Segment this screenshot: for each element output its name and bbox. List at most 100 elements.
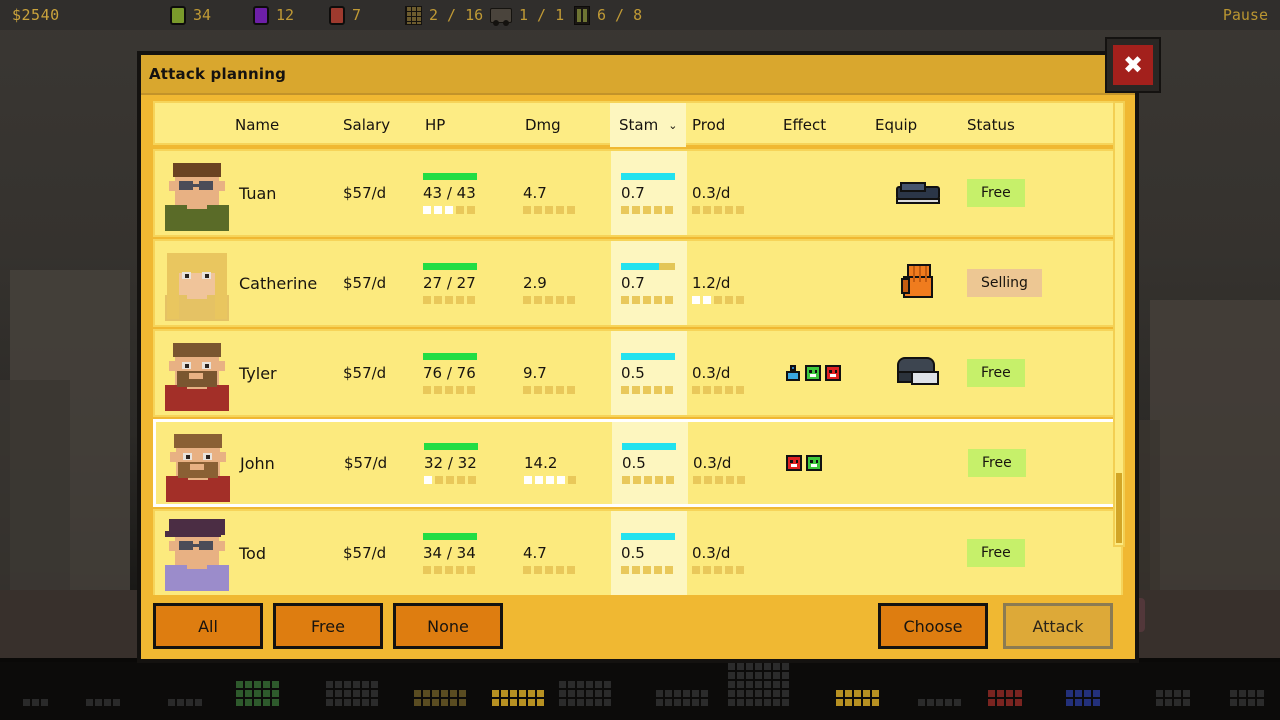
effect-icons: [785, 365, 841, 381]
resource-purple-value: 12: [276, 6, 295, 24]
attack-button[interactable]: Attack: [1003, 603, 1113, 649]
hp-bar: [423, 352, 477, 360]
buildings-value: 2 / 16: [429, 6, 484, 24]
attack-planning-dialog: ✖ Attack planning Name Salary HP Dmg Sta…: [138, 37, 1161, 662]
unit-equip-cell: [874, 422, 964, 504]
chevron-down-icon: ⌄: [668, 118, 678, 132]
column-header-status[interactable]: Status: [967, 103, 1015, 147]
green-gem-icon: [170, 5, 186, 25]
building-shape: [1150, 300, 1280, 600]
unit-hp-value: 32 / 32: [424, 453, 477, 472]
status-badge: Selling: [967, 269, 1042, 297]
choose-button[interactable]: Choose: [878, 603, 988, 649]
select-all-button[interactable]: All: [153, 603, 263, 649]
table-row[interactable]: Catherine $57/d 27 / 27 2.9 0.7 1.2/d Selling: [153, 239, 1123, 327]
unit-salary-cell: $57/d: [343, 331, 423, 415]
top-hud-bar: $2540 34 12 7 2 / 16 1 / 1 6 / 8 Pause: [0, 0, 1280, 30]
close-icon: ✖: [1113, 45, 1153, 85]
city-block: [1065, 690, 1102, 706]
unit-equip-cell: [873, 331, 963, 415]
effect-icons: [786, 455, 822, 471]
unit-dmg-value: 14.2: [524, 453, 558, 472]
stam-bar: [621, 532, 675, 540]
pause-button[interactable]: Pause: [1223, 6, 1268, 24]
stam-pips: [622, 475, 692, 484]
avatar: [161, 157, 233, 231]
unit-name: Catherine: [239, 273, 318, 293]
unit-hp-cell: 34 / 34: [423, 511, 513, 595]
dmg-pips: [523, 565, 603, 574]
stam-bar: [621, 352, 675, 360]
city-block: [1229, 690, 1266, 706]
angry-face-icon: [825, 365, 841, 381]
unit-table-body: Tuan $57/d 43 / 43 4.7 0.7 0.3/d Free Catherine…: [153, 149, 1123, 595]
unit-name: Tuan: [239, 183, 277, 203]
unit-portrait: [161, 247, 233, 321]
status-badge: Free: [967, 539, 1025, 567]
column-header-effect[interactable]: Effect: [783, 103, 826, 147]
table-row[interactable]: John $57/d 32 / 32 14.2 0.5 0.3/d Free: [153, 419, 1123, 507]
select-none-button[interactable]: None: [393, 603, 503, 649]
unit-status-cell: Free: [968, 422, 1088, 504]
unit-salary-cell: $57/d: [343, 151, 423, 235]
table-scrollbar[interactable]: [1113, 101, 1125, 547]
unit-name-cell: John: [240, 422, 340, 504]
column-header-stam[interactable]: Stam ⌄: [610, 103, 686, 147]
unit-status-cell: Free: [967, 331, 1087, 415]
unit-dmg-value: 2.9: [523, 273, 547, 292]
dmg-pips: [523, 385, 603, 394]
city-block: [326, 681, 380, 706]
unit-name: Tyler: [239, 363, 277, 383]
unit-effect-cell: [786, 422, 872, 504]
unit-effect-cell: [785, 241, 871, 325]
unit-hp-value: 27 / 27: [423, 273, 476, 292]
vehicles-counter: 1 / 1: [490, 6, 564, 26]
stam-pips: [621, 385, 691, 394]
unit-name-cell: Tyler: [239, 331, 339, 415]
unit-name-cell: Tuan: [239, 151, 339, 235]
city-block: [168, 699, 204, 706]
close-button[interactable]: ✖: [1105, 37, 1161, 93]
glove-icon: [901, 264, 935, 302]
city-block: [1155, 690, 1192, 706]
avatar: [161, 337, 233, 411]
building-shape: [0, 380, 70, 600]
table-row[interactable]: Tod $57/d 34 / 34 4.7 0.5 0.3/d Free: [153, 509, 1123, 595]
column-header-equip[interactable]: Equip: [875, 103, 917, 147]
game-screen: $2540 34 12 7 2 / 16 1 / 1 6 / 8 Pause ✖…: [0, 0, 1280, 720]
unit-stam-value: 0.5: [621, 363, 645, 382]
column-header-salary[interactable]: Salary: [343, 103, 390, 147]
unit-hp-cell: 27 / 27: [423, 241, 513, 325]
unit-name: Tod: [239, 543, 266, 563]
unit-status-cell: Free: [967, 511, 1087, 595]
unit-portrait: [162, 428, 234, 502]
dmg-pips: [523, 205, 603, 214]
table-row[interactable]: Tuan $57/d 43 / 43 4.7 0.7 0.3/d Free: [153, 149, 1123, 237]
unit-hp-cell: 76 / 76: [423, 331, 513, 415]
city-block: [22, 699, 50, 706]
unit-prod-cell: 0.3/d: [692, 331, 772, 415]
column-header-hp[interactable]: HP: [425, 103, 445, 147]
avatar: [162, 428, 234, 502]
bottom-block-strip: [0, 662, 1280, 720]
column-header-prod[interactable]: Prod: [692, 103, 725, 147]
unit-dmg-cell: 9.7: [523, 331, 603, 415]
table-row[interactable]: Tyler $57/d 76 / 76 9.7 0.5 0.3/d Free: [153, 329, 1123, 417]
flask-icon: [785, 365, 801, 381]
unit-effect-cell: [785, 151, 871, 235]
column-header-dmg[interactable]: Dmg: [525, 103, 561, 147]
unit-salary: $57/d: [343, 364, 387, 382]
select-free-button[interactable]: Free: [273, 603, 383, 649]
unit-effect-cell: [785, 331, 871, 415]
hp-pips: [423, 385, 513, 394]
unit-dmg-value: 4.7: [523, 543, 547, 562]
stam-pips: [621, 205, 691, 214]
resource-red-value: 7: [352, 6, 362, 24]
unit-prod-value: 0.3/d: [692, 543, 731, 562]
column-header-name[interactable]: Name: [235, 103, 279, 147]
unit-prod-value: 0.3/d: [693, 453, 732, 472]
prod-pips: [692, 205, 772, 214]
scrollbar-thumb[interactable]: [1116, 473, 1122, 543]
unit-portrait: [161, 517, 233, 591]
unit-hp-value: 76 / 76: [423, 363, 476, 382]
